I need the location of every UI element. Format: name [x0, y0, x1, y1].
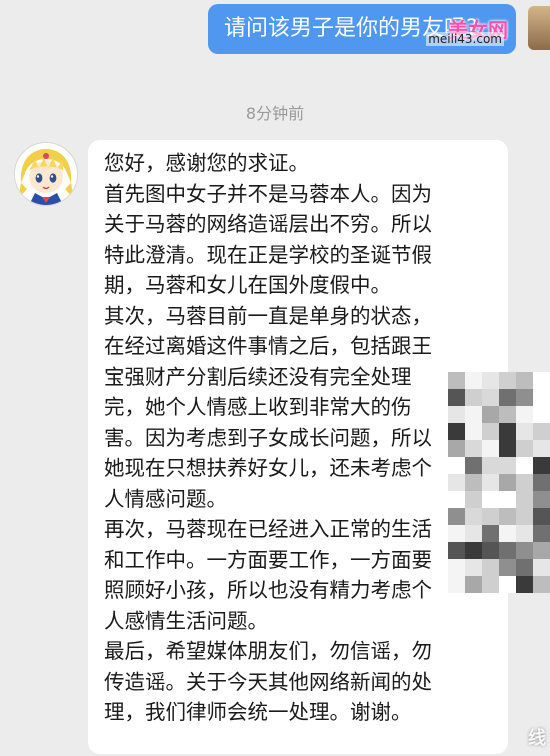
mosaic-tile: [533, 525, 550, 542]
user-avatar[interactable]: [528, 6, 550, 50]
mosaic-tile: [533, 440, 550, 457]
mosaic-tile: [533, 542, 550, 559]
message-line: 再次，马蓉现在已经进入正常的生活: [104, 517, 432, 541]
message-line: 您好，感谢您的求证。: [104, 151, 309, 175]
mosaic-tile: [533, 559, 550, 576]
mosaic-tile: [516, 372, 533, 389]
mosaic-tile: [533, 508, 550, 525]
message-timestamp: 8分钟前: [245, 104, 305, 123]
message-line: 完，她个人情感上收到非常大的伤: [104, 395, 412, 419]
message-line: 首先图中女子并不是马蓉本人。因为: [104, 181, 432, 206]
message-line: 期，马蓉和女儿在国外度假中。: [104, 273, 391, 297]
corner-watermark: 线: [528, 728, 546, 749]
mosaic-tile: [516, 576, 533, 593]
mosaic-tile: [516, 491, 533, 508]
mosaic-tile: [516, 474, 533, 491]
mosaic-tile: [533, 372, 550, 389]
message-line: 宝强财产分割后续还没有完全处理: [104, 364, 412, 389]
mosaic-tile: [516, 525, 533, 542]
message-line: 关于马蓉的网络造谣层出不穷。所以: [104, 212, 432, 236]
mosaic-tile: [533, 474, 550, 491]
mosaic-tile: [516, 457, 533, 474]
mosaic-tile: [516, 559, 533, 576]
outgoing-message-text: 请问该男子是你的男友吗?: [224, 16, 478, 41]
mosaic-tile: [516, 542, 533, 559]
message-line: 其次，马蓉目前一直是单身的状态，: [104, 303, 432, 328]
mosaic-tile: [516, 406, 533, 423]
mosaic-tile: [533, 457, 550, 474]
mosaic-tile: [533, 389, 550, 406]
message-line: 最后，希望媒体朋友们，勿信谣，勿: [104, 639, 432, 663]
message-line: 害。因为考虑到子女成长问题，所以: [104, 425, 432, 450]
mosaic-tile: [533, 491, 550, 508]
message-line: 人感情生活问题。: [104, 608, 268, 633]
message-line: 和工作中。一方面要工作，一方面要: [104, 547, 432, 572]
mosaic-tile: [533, 423, 550, 440]
mosaic-tile: [516, 440, 533, 457]
mosaic-tile: [516, 508, 533, 525]
mosaic-tile: [516, 423, 533, 440]
message-line: 她现在只想扶养好女儿，还未考虑个: [104, 456, 432, 480]
message-line: 理，我们律师会统一处理。谢谢。: [104, 700, 412, 724]
message-line: 人情感问题。: [104, 486, 227, 511]
mosaic-tile: [533, 406, 550, 423]
mosaic-tile: [516, 389, 533, 406]
message-line: 在经过离婚这件事情之后，包括跟王: [104, 334, 432, 358]
anime-girl-avatar-icon[interactable]: [14, 142, 78, 206]
message-line: 照顾好小孩，所以也没有精力考虑个: [104, 578, 432, 602]
incoming-message-bubble[interactable]: 您好，感谢您的求证。 首先图中女子并不是马蓉本人。因为 关于马蓉的网络造谣层出不…: [88, 140, 508, 754]
message-line: 传造谣。关于今天其他网络新闻的处: [104, 669, 432, 694]
message-line: 特此澄清。现在正是学校的圣诞节假: [104, 242, 432, 267]
mosaic-tile: [533, 576, 550, 593]
outgoing-message-bubble[interactable]: 请问该男子是你的男友吗?: [208, 4, 516, 54]
